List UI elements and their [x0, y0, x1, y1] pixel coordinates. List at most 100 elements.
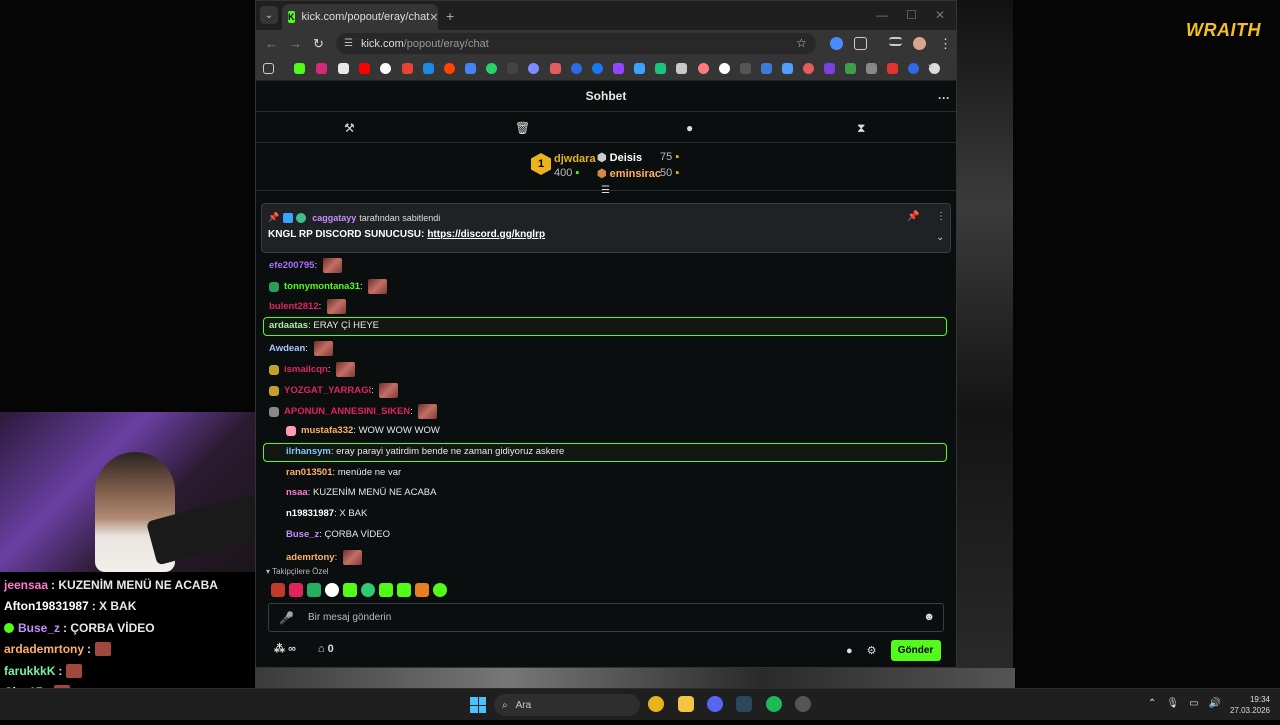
reload-icon[interactable]: ↻ — [313, 36, 324, 52]
spotify-icon[interactable] — [766, 696, 782, 712]
chat-username[interactable]: APONUN_ANNESINI_SIKEN — [284, 406, 410, 417]
chat-message-input[interactable] — [307, 612, 908, 623]
emote-icon[interactable] — [433, 583, 447, 597]
emote-icon[interactable] — [289, 583, 303, 597]
maximize-icon[interactable]: ☐ — [906, 8, 917, 22]
extensions-puzzle-icon[interactable] — [854, 37, 867, 50]
chat-message[interactable]: ismailcqn: — [269, 362, 356, 377]
chat-username[interactable]: mustafa332 — [301, 425, 353, 436]
emote-icon[interactable] — [307, 583, 321, 597]
chat-username[interactable]: nsaa — [286, 487, 308, 498]
browser-tab[interactable]: K kick.com/popout/eray/chat ✕ — [282, 4, 439, 30]
bookmark-icon[interactable] — [803, 63, 814, 74]
chat-bubble-icon[interactable]: ● — [686, 121, 693, 135]
chrome-icon[interactable] — [648, 696, 664, 712]
site-info-icon[interactable]: ☰ — [344, 38, 353, 49]
volume-icon[interactable]: 🔊 — [1209, 698, 1221, 709]
chat-message[interactable]: n19831987: X BAK — [286, 508, 367, 519]
expand-handle-icon[interactable]: ☰ — [601, 185, 610, 196]
chat-username[interactable]: efe200795 — [269, 260, 314, 271]
leader-third-row[interactable]: ⬢ eminsirac — [597, 167, 661, 180]
channel-points-button[interactable]: ⁂ ∞ — [274, 642, 296, 655]
trash-icon[interactable]: 🗑 — [515, 121, 530, 135]
ban-hammer-icon[interactable]: ⚒ — [344, 121, 355, 135]
bookmark-icon[interactable] — [908, 63, 919, 74]
chat-message[interactable]: Buse_z: ÇORBA VİDEO — [286, 529, 390, 540]
hourglass-icon[interactable]: ⧗ — [857, 121, 865, 136]
reading-list-icon[interactable] — [889, 37, 902, 46]
emote-icon[interactable] — [397, 583, 411, 597]
tray-expand-icon[interactable]: ⌃ — [1148, 698, 1156, 709]
bookmark-twitch-icon[interactable] — [613, 63, 624, 74]
chat-message[interactable]: Awdean: — [269, 341, 333, 356]
emote-icon[interactable] — [415, 583, 429, 597]
pinned-by-user[interactable]: caggatayy — [312, 213, 356, 223]
mic-tray-icon[interactable]: 🎙 — [1166, 698, 1179, 709]
pinned-link[interactable]: https://discord.gg/knglrp — [427, 229, 545, 240]
settings-gear-icon[interactable]: ⚙ — [867, 644, 877, 657]
bookmark-star-icon[interactable]: ☆ — [796, 36, 807, 50]
browser-menu-icon[interactable]: ⋮ — [939, 36, 952, 52]
chat-username[interactable]: bulent2812 — [269, 301, 319, 312]
chat-message[interactable]: tonnymontana31: — [269, 279, 388, 294]
chat-message[interactable]: efe200795: — [269, 258, 342, 273]
chat-username[interactable]: Buse_z — [286, 529, 319, 540]
emoji-picker-icon[interactable]: ☻ — [923, 611, 935, 623]
more-bookmarks-icon[interactable]: » — [928, 61, 934, 73]
bookmark-icon[interactable] — [719, 63, 730, 74]
forward-icon[interactable]: → — [289, 36, 302, 51]
chat-username[interactable]: ardaatas — [269, 320, 308, 331]
chat-username[interactable]: ilrhansym — [286, 446, 331, 457]
bookmark-facebook-icon[interactable] — [592, 63, 603, 74]
chat-username[interactable]: YOZGAT_YARRAGI — [284, 385, 371, 396]
steam-icon[interactable] — [736, 696, 752, 712]
windows-start-icon[interactable] — [470, 697, 486, 713]
bookmark-icon[interactable] — [634, 63, 645, 74]
chat-message[interactable]: nsaa: KUZENİM MENÜ NE ACABA — [286, 487, 436, 498]
chat-message[interactable]: APONUN_ANNESINI_SIKEN: — [269, 404, 438, 419]
tab-search-button[interactable]: ⌄ — [260, 6, 278, 24]
chat-message[interactable]: mustafa332: WOW WOW WOW — [286, 425, 440, 436]
clock[interactable]: 19:34 27.03.2026 — [1228, 694, 1270, 716]
emote-icon[interactable] — [379, 583, 393, 597]
new-tab-icon[interactable]: + — [446, 8, 454, 24]
discord-icon[interactable] — [707, 696, 723, 712]
bookmark-x-icon[interactable] — [338, 63, 349, 74]
bookmark-icon[interactable] — [550, 63, 561, 74]
profile-avatar[interactable] — [913, 37, 926, 50]
bookmark-google-icon[interactable] — [380, 63, 391, 74]
bookmark-icon[interactable] — [866, 63, 877, 74]
chat-username[interactable]: n19831987 — [286, 508, 334, 519]
bookmark-icon[interactable] — [528, 63, 539, 74]
bookmark-icon[interactable] — [824, 63, 835, 74]
bookmark-icon[interactable] — [571, 63, 582, 74]
apps-grid-icon[interactable] — [263, 63, 274, 74]
emote-icon[interactable] — [361, 583, 375, 597]
url-field[interactable]: ☰ kick.com/popout/eray/chat — [336, 33, 816, 54]
bookmark-icon[interactable] — [887, 63, 898, 74]
bookmark-icon[interactable] — [845, 63, 856, 74]
bookmark-youtube-icon[interactable] — [359, 63, 370, 74]
back-icon[interactable]: ← — [265, 36, 278, 51]
network-icon[interactable]: ▭ — [1189, 698, 1198, 709]
leader-second-row[interactable]: ⬢ Deisis — [597, 151, 642, 164]
chat-message[interactable]: ran013501: menüde ne var — [286, 467, 401, 478]
leader-first-user[interactable]: djwdara — [554, 153, 596, 165]
file-explorer-icon[interactable] — [678, 696, 694, 712]
bookmark-icon[interactable] — [698, 63, 709, 74]
chat-username[interactable]: ismailcqn — [284, 364, 328, 375]
bookmark-reddit-icon[interactable] — [444, 63, 455, 74]
chat-username[interactable]: Awdean — [269, 343, 305, 354]
minimize-icon[interactable]: — — [876, 8, 888, 22]
bookmark-gmail-icon[interactable] — [402, 63, 413, 74]
unpin-icon[interactable]: 📌 — [907, 211, 919, 222]
chat-options-icon[interactable]: ··· — [938, 91, 950, 105]
close-tab-icon[interactable]: ✕ — [429, 11, 438, 24]
chat-username[interactable]: ademrtony — [286, 552, 335, 563]
chat-message[interactable]: YOZGAT_YARRAGI: — [269, 383, 399, 398]
chat-message[interactable]: ilrhansym: eray parayi yatirdim bende ne… — [286, 446, 564, 457]
emote-icon[interactable] — [325, 583, 339, 597]
bookmark-icon[interactable] — [655, 63, 666, 74]
chat-username[interactable]: tonnymontana31 — [284, 281, 360, 292]
bookmark-translate-icon[interactable] — [465, 63, 476, 74]
